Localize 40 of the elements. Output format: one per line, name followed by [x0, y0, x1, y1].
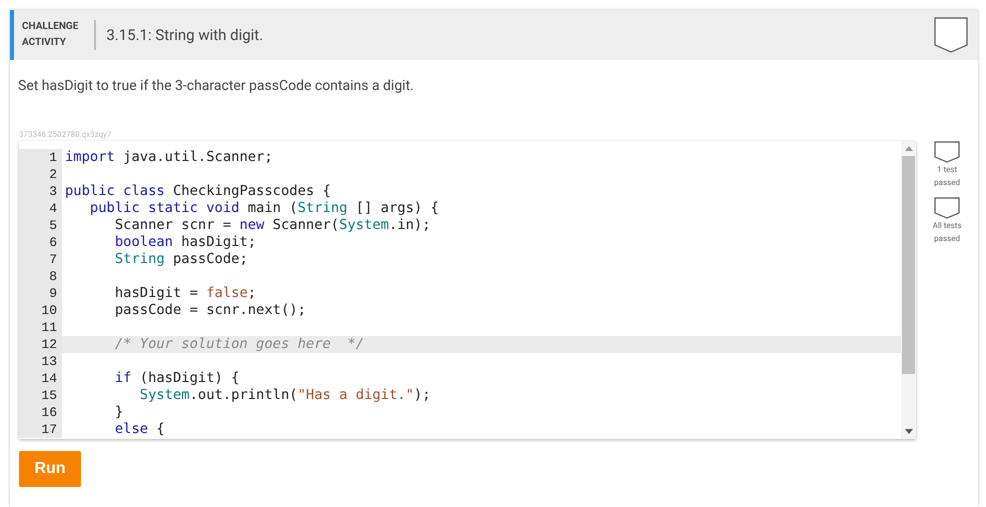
- code-line: Scanner scnr = new Scanner(System.in);: [114, 217, 432, 234]
- line-number: 4: [19, 200, 62, 217]
- activity-label: CHALLENGE ACTIVITY: [22, 20, 78, 50]
- instructions-text: Set hasDigit to true if the 3-character passCode contains a digit.: [17, 77, 415, 94]
- scrollbar[interactable]: [901, 141, 916, 439]
- code-line: System.out.println("Has a digit.");: [138, 387, 432, 404]
- scroll-down-icon[interactable]: [904, 429, 913, 434]
- line-number: 7: [19, 251, 62, 268]
- code-line: else {: [114, 421, 166, 438]
- line-number: 11: [19, 319, 62, 336]
- code-line: hasDigit = false;: [114, 285, 258, 302]
- line-number: 14: [19, 370, 62, 387]
- code-line: }: [114, 404, 124, 421]
- line-number: 3: [19, 183, 62, 200]
- test-label: All tests passed: [932, 220, 962, 245]
- code-line: passCode = scnr.next();: [114, 302, 307, 319]
- line-number: 9: [19, 285, 62, 302]
- code-line: public class CheckingPasscodes {: [64, 183, 332, 200]
- code-line: import java.util.Scanner;: [64, 149, 274, 166]
- code-line: public static void main (String [] args) {: [88, 200, 440, 217]
- line-number: 10: [19, 302, 62, 319]
- line-number: 2: [19, 166, 62, 183]
- line-number: 5: [19, 217, 62, 234]
- test-label: 1 test passed: [933, 164, 961, 189]
- code-editor[interactable]: [19, 141, 916, 439]
- line-number: 15: [19, 387, 62, 404]
- code-line: if (hasDigit) {: [114, 370, 240, 387]
- line-number: 6: [19, 234, 62, 251]
- line-number: 13: [19, 353, 62, 370]
- line-number: 16: [19, 404, 62, 421]
- code-line: String passCode;: [114, 251, 249, 268]
- activity-id: 373346.2502780.qx3zqy7: [18, 129, 112, 139]
- line-number: 17: [19, 421, 62, 438]
- run-button[interactable]: Run: [19, 451, 81, 487]
- activity-title: 3.15.1: String with digit.: [106, 26, 264, 44]
- line-number: 12: [19, 336, 62, 353]
- line-number: 8: [19, 268, 62, 285]
- scroll-up-icon[interactable]: [904, 146, 913, 151]
- line-number: 1: [19, 149, 62, 166]
- code-line: boolean hasDigit;: [114, 234, 258, 251]
